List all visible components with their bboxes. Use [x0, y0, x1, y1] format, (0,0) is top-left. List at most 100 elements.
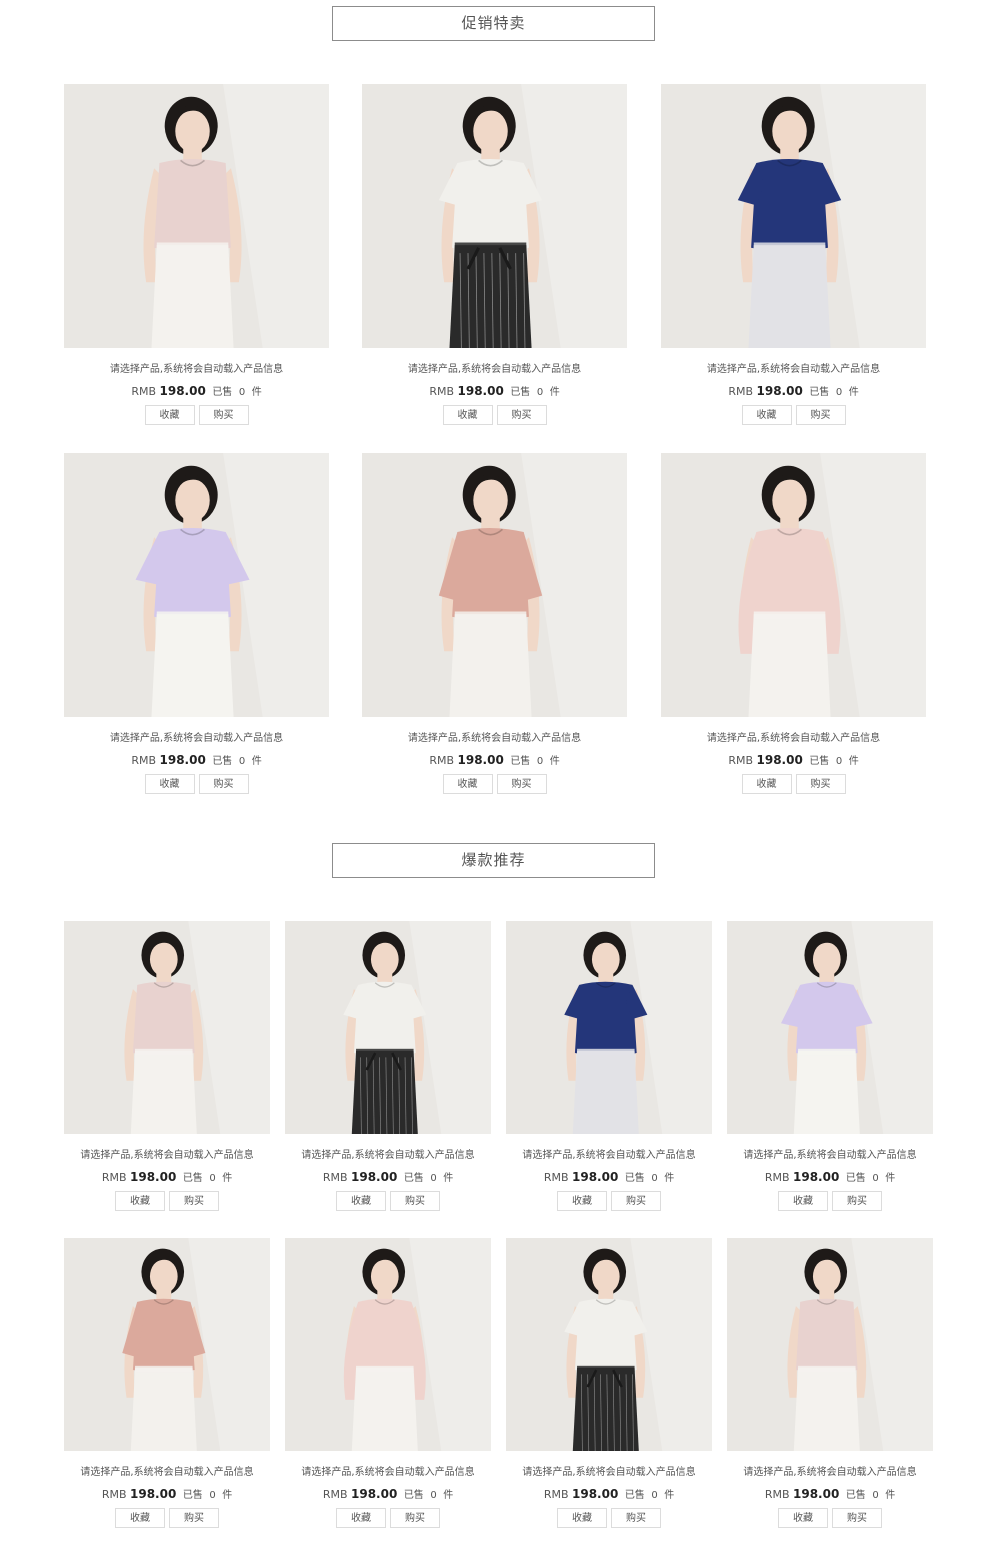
favorite-button[interactable]: 收藏	[442, 774, 493, 794]
sold-unit: 件	[885, 1173, 896, 1184]
price-line: RMB 198.00 已售 0 件	[661, 383, 926, 398]
buy-button[interactable]: 购买	[390, 1508, 440, 1528]
favorite-button[interactable]: 收藏	[115, 1508, 165, 1528]
product-description[interactable]: 请选择产品,系统将会自动载入产品信息	[64, 1146, 270, 1161]
favorite-button[interactable]: 收藏	[115, 1191, 165, 1211]
product-description[interactable]: 请选择产品,系统将会自动载入产品信息	[285, 1463, 491, 1478]
product-photo[interactable]	[64, 453, 329, 717]
price-line: RMB 198.00 已售 0 件	[64, 1486, 270, 1501]
product-photo[interactable]	[285, 921, 491, 1134]
hot-product-card[interactable]: 请选择产品,系统将会自动载入产品信息 RMB 198.00 已售 0 件收藏 购买	[64, 921, 270, 1214]
product-description[interactable]: 请选择产品,系统将会自动载入产品信息	[727, 1146, 933, 1161]
promo-product-card[interactable]: 请选择产品,系统将会自动载入产品信息 RMB 198.00 已售 0 件收藏 购买	[661, 84, 926, 428]
favorite-button[interactable]: 收藏	[144, 405, 195, 425]
sold-unit: 件	[549, 756, 560, 767]
buy-button[interactable]: 购买	[611, 1191, 661, 1211]
hot-product-card[interactable]: 请选择产品,系统将会自动载入产品信息 RMB 198.00 已售 0 件收藏 购买	[285, 921, 491, 1214]
favorite-button[interactable]: 收藏	[144, 774, 195, 794]
favorite-button[interactable]: 收藏	[336, 1191, 386, 1211]
action-buttons: 收藏 购买	[661, 405, 926, 425]
sold-label: 已售	[624, 1173, 645, 1184]
favorite-button[interactable]: 收藏	[442, 405, 493, 425]
buy-button[interactable]: 购买	[169, 1191, 219, 1211]
favorite-button[interactable]: 收藏	[557, 1191, 607, 1211]
promo-product-card[interactable]: 请选择产品,系统将会自动载入产品信息 RMB 198.00 已售 0 件收藏 购买	[661, 453, 926, 797]
hot-product-card[interactable]: 请选择产品,系统将会自动载入产品信息 RMB 198.00 已售 0 件收藏 购买	[727, 921, 933, 1214]
buy-button[interactable]: 购买	[795, 405, 846, 425]
sold-count: 0	[238, 387, 246, 398]
sold-count: 0	[835, 756, 843, 767]
hot-product-card[interactable]: 请选择产品,系统将会自动载入产品信息 RMB 198.00 已售 0 件收藏 购买	[506, 1238, 712, 1531]
hot-product-card[interactable]: 请选择产品,系统将会自动载入产品信息 RMB 198.00 已售 0 件收藏 购买	[285, 1238, 491, 1531]
price-value: 198.00	[572, 1170, 619, 1184]
promo-product-card[interactable]: 请选择产品,系统将会自动载入产品信息 RMB 198.00 已售 0 件收藏 购买	[362, 453, 627, 797]
buy-button[interactable]: 购买	[390, 1191, 440, 1211]
product-description[interactable]: 请选择产品,系统将会自动载入产品信息	[285, 1146, 491, 1161]
price-value: 198.00	[130, 1487, 177, 1501]
buy-button[interactable]: 购买	[795, 774, 846, 794]
favorite-button[interactable]: 收藏	[778, 1191, 828, 1211]
product-photo[interactable]	[64, 1238, 270, 1451]
buy-button[interactable]: 购买	[832, 1508, 882, 1528]
product-photo[interactable]	[661, 453, 926, 717]
sold-count: 0	[872, 1490, 879, 1501]
model-illustration	[506, 1238, 712, 1451]
product-description[interactable]: 请选择产品,系统将会自动载入产品信息	[506, 1146, 712, 1161]
buy-button[interactable]: 购买	[832, 1191, 882, 1211]
product-description[interactable]: 请选择产品,系统将会自动载入产品信息	[727, 1463, 933, 1478]
promo-product-card[interactable]: 请选择产品,系统将会自动载入产品信息 RMB 198.00 已售 0 件收藏 购买	[64, 84, 329, 428]
favorite-button[interactable]: 收藏	[336, 1508, 386, 1528]
buy-button[interactable]: 购买	[496, 774, 547, 794]
hot-product-card[interactable]: 请选择产品,系统将会自动载入产品信息 RMB 198.00 已售 0 件收藏 购买	[727, 1238, 933, 1531]
favorite-button[interactable]: 收藏	[557, 1508, 607, 1528]
model-illustration	[64, 453, 329, 717]
currency-label: RMB	[322, 1488, 348, 1501]
buy-button[interactable]: 购买	[611, 1508, 661, 1528]
sold-label: 已售	[212, 387, 233, 398]
product-description[interactable]: 请选择产品,系统将会自动载入产品信息	[64, 360, 329, 375]
product-photo[interactable]	[727, 1238, 933, 1451]
section-title-promo: 促销特卖	[332, 6, 655, 41]
buy-button[interactable]: 购买	[169, 1508, 219, 1528]
action-buttons: 收藏 购买	[362, 774, 627, 794]
buy-button[interactable]: 购买	[496, 405, 547, 425]
sold-unit: 件	[549, 387, 560, 398]
price-value: 198.00	[457, 384, 504, 398]
product-photo[interactable]	[64, 921, 270, 1134]
product-photo[interactable]	[727, 921, 933, 1134]
favorite-button[interactable]: 收藏	[741, 405, 792, 425]
product-description[interactable]: 请选择产品,系统将会自动载入产品信息	[64, 1463, 270, 1478]
hot-product-card[interactable]: 请选择产品,系统将会自动载入产品信息 RMB 198.00 已售 0 件收藏 购买	[506, 921, 712, 1214]
product-photo[interactable]	[506, 921, 712, 1134]
product-description[interactable]: 请选择产品,系统将会自动载入产品信息	[362, 360, 627, 375]
currency-label: RMB	[131, 385, 156, 398]
sold-label: 已售	[845, 1490, 866, 1501]
product-photo[interactable]	[64, 84, 329, 348]
sold-unit: 件	[885, 1490, 896, 1501]
product-description[interactable]: 请选择产品,系统将会自动载入产品信息	[362, 729, 627, 744]
product-photo[interactable]	[506, 1238, 712, 1451]
currency-label: RMB	[543, 1171, 569, 1184]
product-photo[interactable]	[285, 1238, 491, 1451]
price-value: 198.00	[756, 384, 803, 398]
promo-product-card[interactable]: 请选择产品,系统将会自动载入产品信息 RMB 198.00 已售 0 件收藏 购买	[362, 84, 627, 428]
favorite-button[interactable]: 收藏	[741, 774, 792, 794]
sold-count: 0	[209, 1173, 216, 1184]
product-photo[interactable]	[661, 84, 926, 348]
favorite-button[interactable]: 收藏	[778, 1508, 828, 1528]
price-line: RMB 198.00 已售 0 件	[727, 1486, 933, 1501]
buy-button[interactable]: 购买	[198, 774, 249, 794]
sold-label: 已售	[809, 756, 830, 767]
product-description[interactable]: 请选择产品,系统将会自动载入产品信息	[64, 729, 329, 744]
product-description[interactable]: 请选择产品,系统将会自动载入产品信息	[661, 729, 926, 744]
sold-count: 0	[536, 387, 544, 398]
hot-product-card[interactable]: 请选择产品,系统将会自动载入产品信息 RMB 198.00 已售 0 件收藏 购买	[64, 1238, 270, 1531]
product-photo[interactable]	[362, 84, 627, 348]
promo-product-card[interactable]: 请选择产品,系统将会自动载入产品信息 RMB 198.00 已售 0 件收藏 购买	[64, 453, 329, 797]
sold-count: 0	[651, 1490, 658, 1501]
product-description[interactable]: 请选择产品,系统将会自动载入产品信息	[661, 360, 926, 375]
sold-unit: 件	[848, 387, 859, 398]
product-description[interactable]: 请选择产品,系统将会自动载入产品信息	[506, 1463, 712, 1478]
buy-button[interactable]: 购买	[198, 405, 249, 425]
product-photo[interactable]	[362, 453, 627, 717]
